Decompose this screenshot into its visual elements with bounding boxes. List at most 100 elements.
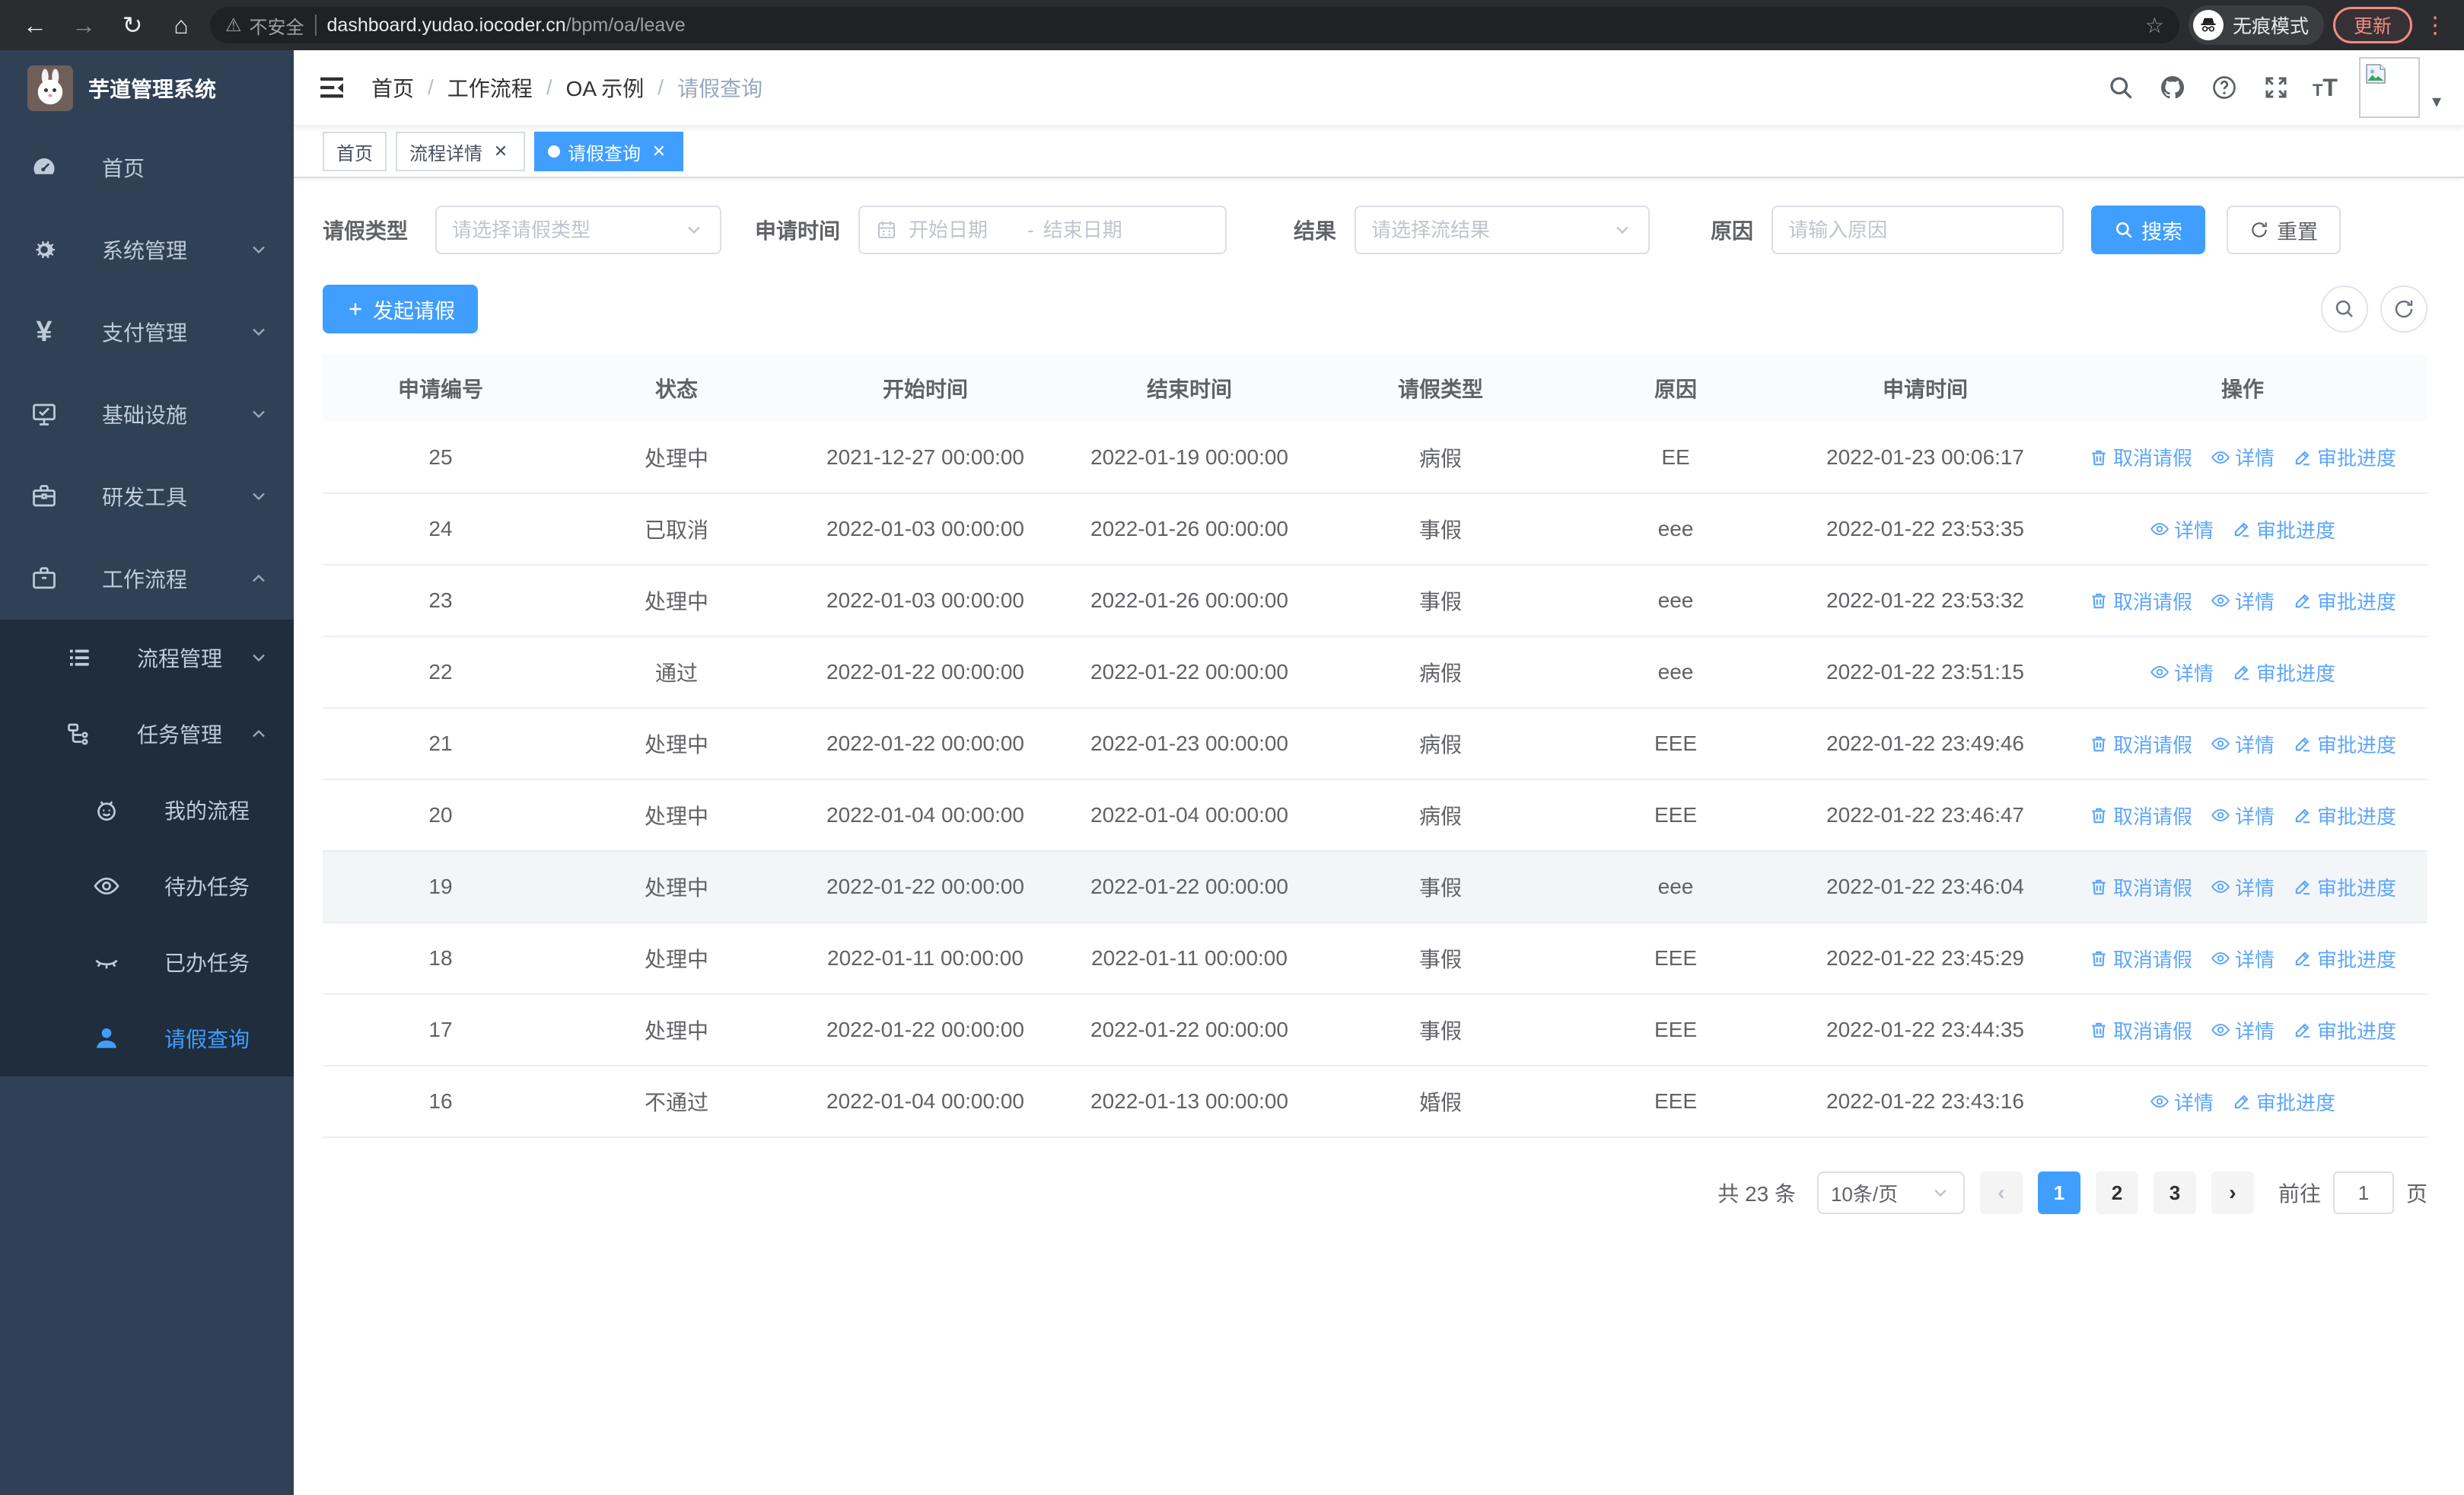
- progress-action-link[interactable]: 审批进度: [2293, 945, 2396, 973]
- page-size-select[interactable]: 10条/页: [1816, 1171, 1965, 1214]
- bookmark-star-icon[interactable]: ☆: [2145, 13, 2164, 38]
- progress-action-link[interactable]: 审批进度: [2293, 587, 2396, 615]
- tab-2[interactable]: 请假查询 ✕: [534, 132, 683, 171]
- address-bar[interactable]: ⚠ 不安全 dashboard.yudao.iocoder.cn/bpm/oa/…: [210, 7, 2179, 43]
- detail-action-link[interactable]: 详情: [2211, 443, 2275, 471]
- browser-home-icon[interactable]: ⌂: [161, 5, 201, 45]
- detail-action-link[interactable]: 详情: [2211, 730, 2275, 758]
- cancel-action-link[interactable]: 取消请假: [2089, 443, 2192, 471]
- progress-action-link[interactable]: 审批进度: [2293, 1016, 2396, 1044]
- page-button-1[interactable]: 1: [2037, 1171, 2080, 1214]
- reason-input[interactable]: [1788, 218, 2048, 242]
- goto-page-input[interactable]: [2332, 1171, 2394, 1214]
- sidebar-item-10[interactable]: 已办任务: [0, 924, 294, 1000]
- progress-action-link[interactable]: 审批进度: [2293, 443, 2396, 471]
- sidebar-item-8[interactable]: 我的流程: [0, 772, 294, 848]
- github-icon[interactable]: [2157, 72, 2188, 103]
- prev-page-button[interactable]: ‹: [1979, 1171, 2023, 1214]
- detail-action-link[interactable]: 详情: [2211, 802, 2275, 830]
- edit-icon: [2293, 1020, 2313, 1040]
- header-search-icon[interactable]: [2106, 72, 2136, 103]
- cancel-action-link[interactable]: 取消请假: [2089, 587, 2192, 615]
- cancel-action-link[interactable]: 取消请假: [2089, 945, 2192, 973]
- detail-action-link[interactable]: 详情: [2211, 1016, 2275, 1044]
- tab-1[interactable]: 流程详情 ✕: [396, 132, 525, 171]
- cancel-action-link[interactable]: 取消请假: [2089, 873, 2192, 901]
- tab-0[interactable]: 首页: [323, 132, 387, 171]
- cell-apply: 2022-01-22 23:45:29: [1793, 923, 2058, 995]
- close-icon[interactable]: ✕: [490, 141, 511, 162]
- cell-type: 事假: [1323, 565, 1558, 637]
- progress-action-link[interactable]: 审批进度: [2232, 658, 2335, 687]
- page-content: 请假类型 申请时间 - 结果: [294, 178, 2464, 1495]
- create-leave-button[interactable]: 发起请假: [323, 285, 478, 333]
- page-button-2[interactable]: 2: [2095, 1171, 2138, 1214]
- progress-action-link[interactable]: 审批进度: [2293, 802, 2396, 830]
- refresh-table-icon[interactable]: [2380, 285, 2427, 333]
- reason-field[interactable]: [1772, 206, 2064, 254]
- detail-action-link[interactable]: 详情: [2150, 658, 2214, 687]
- reset-button[interactable]: 重置: [2227, 206, 2341, 254]
- close-icon[interactable]: ✕: [648, 141, 670, 162]
- sidebar-item-1[interactable]: 系统管理: [0, 209, 294, 291]
- sidebar-item-9[interactable]: 待办任务: [0, 848, 294, 924]
- cancel-action-link[interactable]: 取消请假: [2089, 730, 2192, 758]
- apply-time-range-picker[interactable]: -: [858, 206, 1227, 254]
- detail-action-link[interactable]: 详情: [2211, 873, 2275, 901]
- app-logo-row[interactable]: 芋道管理系统: [0, 50, 294, 126]
- result-input[interactable]: [1371, 218, 1612, 242]
- browser-menu-icon[interactable]: ⋮: [2421, 12, 2449, 39]
- breadcrumb-item[interactable]: OA 示例: [566, 72, 645, 103]
- font-size-icon[interactable]: TT: [2313, 74, 2338, 102]
- cancel-action-link[interactable]: 取消请假: [2089, 802, 2192, 830]
- sidebar-item-4[interactable]: 研发工具: [0, 455, 294, 537]
- breadcrumb-item[interactable]: 首页: [371, 72, 414, 103]
- result-select[interactable]: [1355, 206, 1651, 254]
- avatar[interactable]: [2358, 57, 2420, 118]
- cell-reason: eee: [1558, 851, 1793, 923]
- leave-type-input[interactable]: [452, 218, 684, 242]
- browser-reload-icon[interactable]: ↻: [113, 5, 152, 45]
- breadcrumb-item[interactable]: 工作流程: [447, 72, 533, 103]
- cell-id: 20: [323, 779, 559, 852]
- search-button[interactable]: 搜索: [2091, 206, 2206, 254]
- browser-update-button[interactable]: 更新: [2332, 7, 2412, 43]
- next-page-button[interactable]: ›: [2211, 1171, 2254, 1214]
- progress-action-link[interactable]: 审批进度: [2293, 873, 2396, 901]
- progress-action-link[interactable]: 审批进度: [2232, 515, 2335, 543]
- browser-forward-icon[interactable]: →: [64, 5, 103, 45]
- page-button-3[interactable]: 3: [2153, 1171, 2196, 1214]
- column-header-0: 申请编号: [323, 355, 559, 422]
- range-separator: -: [1027, 218, 1034, 241]
- not-secure-warning[interactable]: ⚠ 不安全: [225, 12, 304, 39]
- detail-action-link[interactable]: 详情: [2211, 945, 2275, 973]
- detail-action-link[interactable]: 详情: [2211, 587, 2275, 615]
- cancel-action-link[interactable]: 取消请假: [2089, 1016, 2192, 1044]
- avatar-caret-icon[interactable]: ▾: [2432, 91, 2441, 113]
- fullscreen-icon[interactable]: [2261, 72, 2291, 103]
- sidebar-item-0[interactable]: 首页: [0, 126, 294, 209]
- start-date-input[interactable]: [909, 218, 1019, 242]
- progress-action-link[interactable]: 审批进度: [2293, 730, 2396, 758]
- toggle-search-icon[interactable]: [2321, 285, 2368, 333]
- detail-action-link[interactable]: 详情: [2150, 1088, 2214, 1116]
- toolbox-icon: [29, 481, 59, 512]
- eye-icon: [2150, 662, 2170, 682]
- browser-back-icon[interactable]: ←: [15, 5, 55, 45]
- sidebar-item-11[interactable]: 请假查询: [0, 1000, 294, 1076]
- sidebar-item-5[interactable]: 工作流程: [0, 537, 294, 620]
- leave-type-select[interactable]: [435, 206, 722, 254]
- app-logo-rabbit: [27, 65, 73, 111]
- sidebar-fold-icon[interactable]: [317, 72, 347, 103]
- sidebar-item-2[interactable]: ¥ 支付管理: [0, 291, 294, 373]
- progress-action-link[interactable]: 审批进度: [2232, 1088, 2335, 1116]
- sidebar-item-6[interactable]: 流程管理: [0, 620, 294, 696]
- end-date-input[interactable]: [1043, 218, 1153, 242]
- sidebar-item-3[interactable]: 基础设施: [0, 373, 294, 455]
- sidebar-item-7[interactable]: 任务管理: [0, 696, 294, 772]
- sidebar-item-label: 研发工具: [102, 486, 188, 509]
- help-icon[interactable]: [2209, 72, 2240, 103]
- cell-apply: 2022-01-23 00:06:17: [1793, 422, 2058, 494]
- sidebar-item-label: 基础设施: [102, 403, 188, 427]
- detail-action-link[interactable]: 详情: [2150, 515, 2214, 543]
